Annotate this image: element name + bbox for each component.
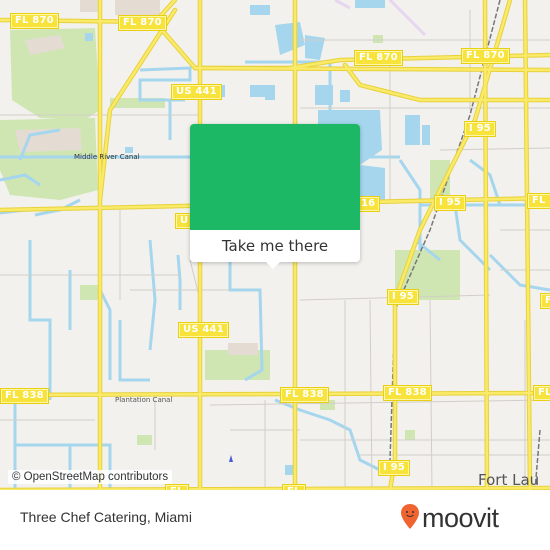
map-view[interactable]: FL 870 FL 870 FL 870 FL 870 US 441 US 44… (0, 0, 550, 490)
footer-bar: Three Chef Catering, Miami moovit (0, 490, 550, 550)
road-shield-fl-838: FL 838 (0, 388, 49, 404)
road-shield-us-441: US 441 (178, 322, 229, 338)
place-name: Three Chef Catering, Miami (20, 509, 192, 525)
location-popup: Take me there (190, 124, 360, 269)
moovit-pin-icon (401, 504, 419, 529)
road-shield-i-95: I 95 (387, 289, 419, 305)
road-shield-us-441: US 441 (171, 84, 222, 100)
city-label: Fort Lau (478, 471, 540, 489)
moovit-wordmark: moovit (422, 503, 499, 533)
road-shield-fl-870: FL 870 (354, 50, 403, 66)
road-shield-i-95: I 95 (434, 195, 466, 211)
road-shield-fl-816: FL 8 (527, 193, 550, 209)
road-shield-fl-811: F (540, 293, 550, 309)
take-me-there-button[interactable]: Take me there (190, 230, 360, 262)
road-shield-i-95: I 95 (378, 460, 410, 476)
road-shield-fl-838: FL 838 (280, 387, 329, 403)
road-shield-fl-838: FL 838 (383, 385, 432, 401)
road-shield-fl-870: FL 870 (461, 48, 510, 64)
popup-header (190, 124, 360, 230)
transit-marker (229, 455, 233, 462)
road-shield-fl-838: FL (533, 385, 550, 401)
road-shield-fl-870: FL 870 (118, 15, 167, 31)
canal-label-middle-river: Middle River Canal (74, 153, 140, 161)
canal-label-plantation: Plantation Canal (115, 396, 173, 404)
map-attribution[interactable]: © OpenStreetMap contributors (8, 470, 173, 484)
popup-pointer (264, 260, 282, 269)
road-shield-i-95: I 95 (464, 121, 496, 137)
road-shield-fl-870: FL 870 (10, 13, 59, 29)
